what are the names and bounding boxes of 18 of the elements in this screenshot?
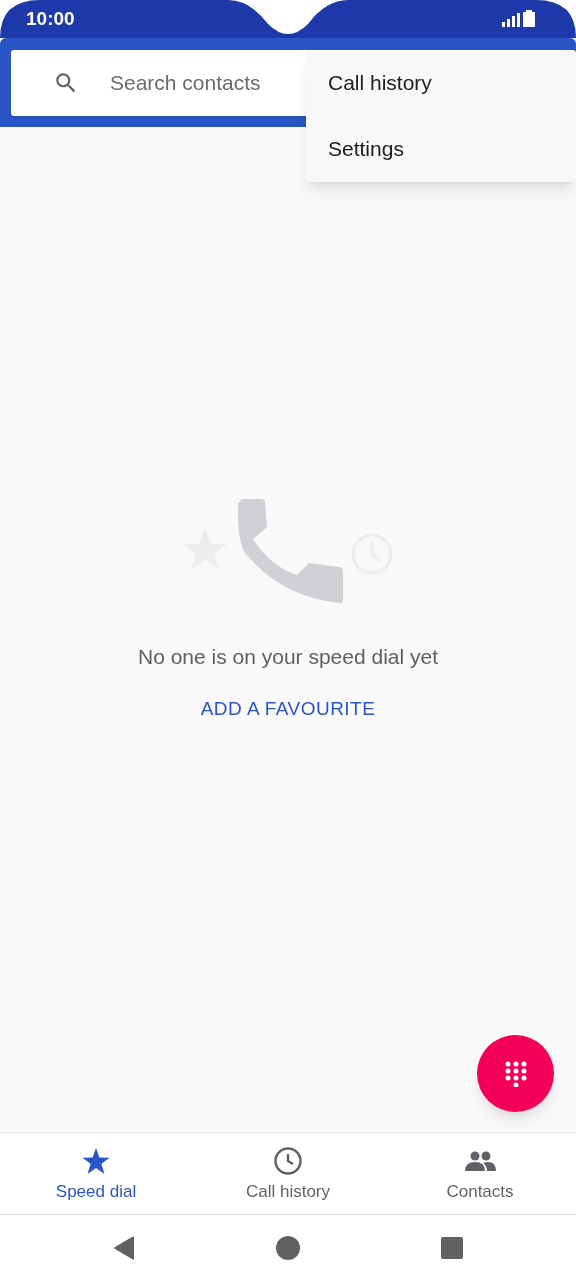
back-icon[interactable] bbox=[113, 1235, 135, 1260]
signal-icon bbox=[502, 13, 520, 27]
status-time: 10:00 bbox=[26, 7, 75, 31]
clock-icon bbox=[274, 1147, 302, 1175]
recents-icon[interactable] bbox=[441, 1236, 463, 1259]
empty-state-message: No one is on your speed dial yet bbox=[138, 644, 438, 670]
nav-tab[interactable]: Call history bbox=[192, 1133, 384, 1214]
add-favourite-button[interactable]: ADD A FAVOURITE bbox=[200, 694, 376, 723]
battery-icon bbox=[523, 10, 535, 27]
home-icon[interactable] bbox=[276, 1235, 300, 1260]
nav-tab[interactable]: Speed dial bbox=[0, 1133, 192, 1214]
menu-item[interactable]: Settings bbox=[306, 116, 576, 182]
star-icon bbox=[82, 1148, 110, 1174]
nav-tab[interactable]: Contacts bbox=[384, 1133, 576, 1214]
search-placeholder: Search contacts bbox=[110, 70, 261, 97]
people-icon bbox=[464, 1151, 496, 1171]
dialpad-button[interactable] bbox=[477, 1035, 554, 1112]
dialpad-icon bbox=[504, 1060, 527, 1087]
